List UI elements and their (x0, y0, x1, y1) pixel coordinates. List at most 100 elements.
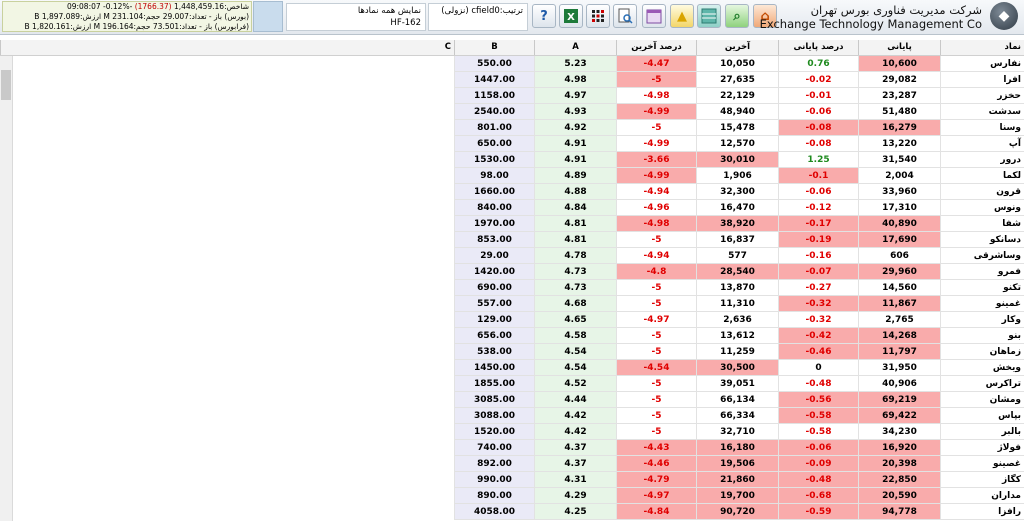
table-row[interactable]: 550.00 5.23 -4.47 10,050 0.76 10,600 نفارس (0, 56, 1024, 72)
help-button[interactable]: ? (532, 4, 556, 28)
cell-close-pct: -0.06 (778, 184, 858, 200)
table-row[interactable]: 1970.00 4.81 -4.98 38,920 -0.17 40,890 شفا (0, 216, 1024, 232)
cell-last-pct: -5 (616, 392, 696, 408)
cell-close: 29,960 (858, 264, 940, 280)
col-header-b[interactable]: B (454, 40, 534, 55)
search-button[interactable]: ⌕ (725, 4, 749, 28)
cell-close: 23,287 (858, 88, 940, 104)
table-row[interactable]: 1158.00 4.97 -4.98 22,129 -0.01 23,287 حخزر (0, 88, 1024, 104)
table-row[interactable]: 1420.00 4.73 -4.8 28,540 -0.07 29,960 فمرو (0, 264, 1024, 280)
col-header-last[interactable]: آخرین (696, 40, 778, 55)
table-row[interactable]: 98.00 4.89 -4.99 1,906 -0.1 2,004 لکما (0, 168, 1024, 184)
market-index-line: شاخص:1,448,459.16 (1766.37) -%0.12- 09:0… (5, 2, 249, 12)
vertical-scrollbar[interactable] (0, 56, 13, 521)
cell-last-pct: -4.54 (616, 360, 696, 376)
table-row[interactable]: 538.00 4.54 -5 11,259 -0.46 11,797 زماهان (0, 344, 1024, 360)
filter-code: HF-162 (390, 18, 421, 28)
col-header-a[interactable]: A (534, 40, 616, 55)
col-header-last-pct[interactable]: درصد آخرین (616, 40, 696, 55)
cell-last: 32,300 (696, 184, 778, 200)
col-header-close-pct[interactable]: درصد پایانی (778, 40, 858, 55)
up-button[interactable]: ▲ (670, 4, 694, 28)
show-all-symbols-label: نمایش همه نمادها (357, 6, 421, 16)
table-row[interactable]: 990.00 4.31 -4.79 21,860 -0.48 22,850 کگاز (0, 472, 1024, 488)
bourse-status-line: (بورس) باز - تعداد:29.007 حجم:231.104 M … (34, 12, 249, 21)
table-row[interactable]: 656.00 4.58 -5 13,612 -0.42 14,268 بنو (0, 328, 1024, 344)
cell-a: 4.44 (534, 392, 616, 408)
cell-symbol: مداران (940, 488, 1024, 504)
cell-close: 13,220 (858, 136, 940, 152)
cell-last: 38,920 (696, 216, 778, 232)
cell-close-pct: -0.32 (778, 296, 858, 312)
cell-close-pct: -0.58 (778, 424, 858, 440)
table-row[interactable]: 129.00 4.65 -4.97 2,636 -0.32 2,765 وکار (0, 312, 1024, 328)
table-row[interactable]: 1450.00 4.54 -4.54 30,500 0 31,950 ویخش (0, 360, 1024, 376)
table-row[interactable]: 2540.00 4.93 -4.99 48,940 -0.06 51,480 سدشت (0, 104, 1024, 120)
cell-close-pct: -0.12 (778, 200, 858, 216)
table-row[interactable]: 690.00 4.73 -5 13,870 -0.27 14,560 تکنو (0, 280, 1024, 296)
calendar-button[interactable] (642, 4, 666, 28)
table-row[interactable]: 1447.00 4.98 -5 27,635 -0.02 29,082 افرا (0, 72, 1024, 88)
company-name-fa: شرکت مدیریت فناوری بورس تهران (810, 3, 982, 17)
table-row[interactable]: 1855.00 4.52 -5 39,051 -0.48 40,906 تراکرس (0, 376, 1024, 392)
table-view-button[interactable] (697, 4, 721, 28)
cell-last: 19,700 (696, 488, 778, 504)
table-row[interactable]: 3085.00 4.44 -5 66,134 -0.56 69,219 ومشان (0, 392, 1024, 408)
col-header-close[interactable]: پایانی (858, 40, 940, 55)
table-row[interactable]: 801.00 4.92 -5 15,478 -0.08 16,279 وسنا (0, 120, 1024, 136)
cell-a: 4.52 (534, 376, 616, 392)
col-header-symbol[interactable]: نماد (940, 40, 1024, 55)
grid-view-button[interactable] (586, 4, 610, 28)
col-header-c[interactable]: C (0, 40, 454, 55)
cell-symbol: بپاس (940, 408, 1024, 424)
cell-close-pct: 0.76 (778, 56, 858, 72)
cell-close: 31,950 (858, 360, 940, 376)
table-row[interactable]: 890.00 4.29 -4.97 19,700 -0.68 20,590 مداران (0, 488, 1024, 504)
grid-icon (592, 10, 604, 22)
table-row[interactable]: 4058.00 4.25 -4.84 90,720 -0.59 94,778 رافزا (0, 504, 1024, 520)
company-name-en: Exchange Technology Management Co (759, 17, 982, 31)
cell-last: 15,478 (696, 120, 778, 136)
nav-strip[interactable] (253, 1, 283, 32)
cell-a: 4.58 (534, 328, 616, 344)
cell-close: 94,778 (858, 504, 940, 520)
cell-b: 29.00 (454, 248, 534, 264)
table-row[interactable]: 1520.00 4.42 -5 32,710 -0.58 34,230 بالبر (0, 424, 1024, 440)
cell-a: 4.81 (534, 232, 616, 248)
toolbar: شاخص:1,448,459.16 (1766.37) -%0.12- 09:0… (0, 0, 1024, 35)
cell-close-pct: -0.19 (778, 232, 858, 248)
cell-close: 2,004 (858, 168, 940, 184)
table-row[interactable]: 557.00 4.68 -5 11,310 -0.32 11,867 غمینو (0, 296, 1024, 312)
symbol-filter[interactable]: نمایش همه نمادها HF-162 (286, 3, 426, 31)
find-document-button[interactable] (613, 4, 637, 28)
cell-a: 4.91 (534, 152, 616, 168)
cell-a: 4.54 (534, 344, 616, 360)
table-row[interactable]: 853.00 4.81 -5 16,837 -0.19 17,690 دسانکو (0, 232, 1024, 248)
cell-close-pct: -0.56 (778, 392, 858, 408)
cell-a: 4.98 (534, 72, 616, 88)
cell-symbol: دسانکو (940, 232, 1024, 248)
excel-export-button[interactable]: X (559, 4, 583, 28)
sort-selector[interactable]: ترتیب:cfield0 (نزولی) (428, 3, 528, 31)
cell-close-pct: -0.48 (778, 472, 858, 488)
cell-last-pct: -4.99 (616, 136, 696, 152)
cell-close-pct: -0.16 (778, 248, 858, 264)
table-row[interactable]: 840.00 4.84 -4.96 16,470 -0.12 17,310 ونوس (0, 200, 1024, 216)
cell-close-pct: -0.09 (778, 456, 858, 472)
table-row[interactable]: 650.00 4.91 -4.99 12,570 -0.08 13,220 آپ (0, 136, 1024, 152)
cell-a: 4.97 (534, 88, 616, 104)
table-row[interactable]: 892.00 4.37 -4.46 19,506 -0.09 20,398 غصینو (0, 456, 1024, 472)
cell-close: 69,422 (858, 408, 940, 424)
table-row[interactable]: 1530.00 4.91 -3.66 30,010 1.25 31,540 درور (0, 152, 1024, 168)
cell-b: 853.00 (454, 232, 534, 248)
farabourse-status-line: (فرابورس) باز - تعداد:73.501 حجم:196.164… (24, 22, 250, 31)
scrollbar-thumb[interactable] (1, 70, 11, 100)
cell-symbol: حخزر (940, 88, 1024, 104)
table-row[interactable]: 29.00 4.78 -4.94 577 -0.16 606 وساشرقی (0, 248, 1024, 264)
table-row[interactable]: 1660.00 4.88 -4.94 32,300 -0.06 33,960 قرون (0, 184, 1024, 200)
cell-symbol: آپ (940, 136, 1024, 152)
table-row[interactable]: 3088.00 4.42 -5 66,334 -0.58 69,422 بپاس (0, 408, 1024, 424)
cell-symbol: غمینو (940, 296, 1024, 312)
table-row[interactable]: 740.00 4.37 -4.43 16,180 -0.06 16,920 فولاژ (0, 440, 1024, 456)
cell-close: 20,590 (858, 488, 940, 504)
